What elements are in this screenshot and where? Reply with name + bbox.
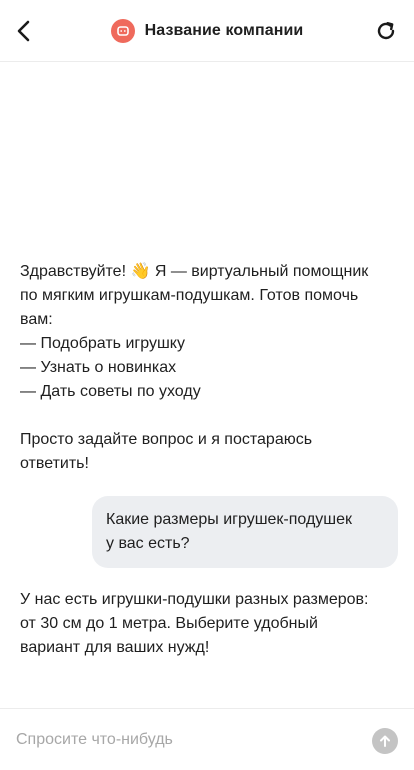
message-line: ответить! — [20, 455, 89, 472]
message-line: Просто задайте вопрос и я постараюсь — [20, 431, 313, 448]
company-title: Название компании — [144, 21, 304, 39]
user-message-bubble: Какие размеры игрушек-подушек у вас есть… — [92, 496, 398, 568]
bot-welcome-message: Здравствуйте! 👋 Я — виртуальный помощник… — [20, 260, 400, 476]
company-brand: Название компании — [110, 18, 304, 43]
message-line: от 30 см до 1 метра. Выберите удобный — [20, 615, 318, 632]
message-input[interactable] — [16, 719, 356, 760]
bot-answer-message: У нас есть игрушки-подушки разных размер… — [20, 588, 400, 660]
list-item: — Подобрать игрушку — [20, 335, 185, 352]
list-item: — Дать советы по уходу — [20, 383, 201, 400]
list-item: — Узнать о новинках — [20, 359, 177, 376]
refresh-button[interactable] — [370, 15, 402, 47]
message-line: вам: — [20, 311, 53, 328]
back-button[interactable] — [8, 15, 40, 47]
refresh-icon — [377, 22, 395, 40]
chevron-left-icon — [17, 20, 30, 42]
message-list[interactable]: Здравствуйте! 👋 Я — виртуальный помощник… — [0, 62, 414, 708]
message-composer — [0, 708, 414, 770]
chat-bot-icon — [110, 18, 135, 43]
message-line: у вас есть? — [106, 535, 190, 552]
message-line: Какие размеры игрушек-подушек — [106, 511, 353, 528]
message-line: вариант для ваших нужд! — [20, 639, 210, 656]
message-line: по мягким игрушкам-подушкам. Готов помоч… — [20, 287, 359, 304]
chat-header: Название компании — [0, 0, 414, 62]
message-line: Здравствуйте! 👋 Я — виртуальный помощник — [20, 263, 369, 280]
arrow-up-icon — [380, 735, 390, 747]
chat-screen: Название компании Здравствуйте! 👋 Я — ви… — [0, 0, 414, 770]
message-line: У нас есть игрушки-подушки разных размер… — [20, 591, 369, 608]
send-button[interactable] — [372, 728, 398, 754]
